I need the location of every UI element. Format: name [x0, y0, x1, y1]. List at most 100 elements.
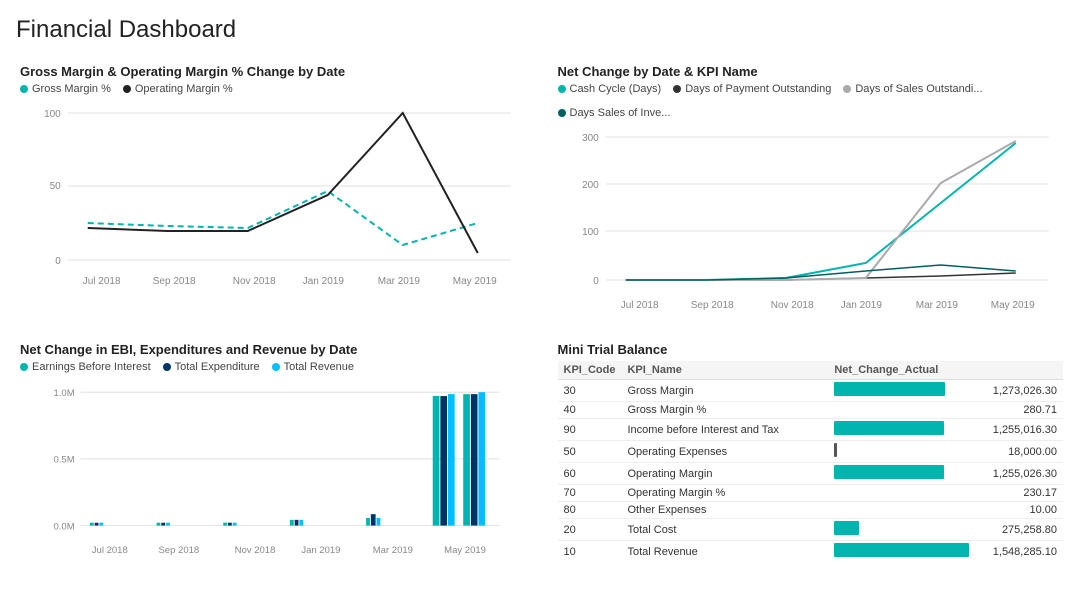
operating-margin-line	[88, 113, 478, 253]
cell-value: 1,273,026.30	[975, 380, 1063, 402]
table-row: 90Income before Interest and Tax 1,255,01…	[558, 419, 1064, 441]
svg-text:Jan 2019: Jan 2019	[840, 300, 882, 311]
days-sales-inv-label: Days Sales of Inve...	[570, 107, 671, 119]
svg-text:May 2019: May 2019	[444, 545, 486, 556]
sales-outstanding-line	[625, 141, 1015, 280]
table-row: 30Gross Margin 1,273,026.30	[558, 380, 1064, 402]
cell-bar	[828, 463, 975, 485]
net-change-kpi-svg: 300 200 100 0 Jul 2018 Sep 2018 Nov 2018…	[558, 123, 1064, 323]
bar-exp-jul	[95, 523, 99, 526]
svg-text:Mar 2019: Mar 2019	[378, 276, 421, 287]
svg-text:Sep 2018: Sep 2018	[158, 545, 199, 556]
legend-cash-cycle: Cash Cycle (Days)	[558, 83, 662, 95]
cell-value: 230.17	[975, 485, 1063, 502]
cell-kpi-name: Gross Margin %	[621, 402, 828, 419]
col-net-change: Net_Change_Actual	[828, 361, 1063, 380]
ebi-svg: 1.0M 0.5M 0.0M Jul 2018 Sep 2018 Nov 201…	[20, 377, 526, 577]
payment-days-dot	[673, 85, 681, 93]
cell-bar	[828, 441, 975, 463]
svg-text:300: 300	[582, 133, 599, 144]
svg-text:Mar 2019: Mar 2019	[915, 300, 958, 311]
gross-margin-title: Gross Margin & Operating Margin % Change…	[20, 64, 526, 79]
cash-cycle-label: Cash Cycle (Days)	[570, 83, 662, 95]
cell-value: 1,255,016.30	[975, 419, 1063, 441]
legend-days-sales-inv: Days Sales of Inve...	[558, 107, 671, 119]
legend-ebi: Earnings Before Interest	[20, 361, 151, 373]
bar-ebi-jul	[90, 523, 94, 526]
ebi-title: Net Change in EBI, Expenditures and Reve…	[20, 342, 526, 357]
days-sales-inv-dot	[558, 109, 566, 117]
expenditure-dot	[163, 363, 171, 371]
svg-text:Nov 2018: Nov 2018	[770, 300, 813, 311]
legend-gross-margin: Gross Margin %	[20, 83, 111, 95]
table-row: 80Other Expenses10.00	[558, 502, 1064, 519]
cell-kpi-name: Total Revenue	[621, 541, 828, 563]
revenue-label: Total Revenue	[284, 361, 354, 373]
cash-cycle-dot	[558, 85, 566, 93]
cell-kpi-name: Total Cost	[621, 519, 828, 541]
cell-bar	[828, 380, 975, 402]
svg-text:200: 200	[582, 180, 599, 191]
cell-kpi-code: 40	[558, 402, 622, 419]
svg-text:Jan 2019: Jan 2019	[303, 276, 345, 287]
svg-text:0: 0	[55, 256, 61, 267]
cell-kpi-code: 10	[558, 541, 622, 563]
cell-kpi-code: 30	[558, 380, 622, 402]
net-change-kpi-title: Net Change by Date & KPI Name	[558, 64, 1064, 79]
col-kpi-name: KPI_Name	[621, 361, 828, 380]
svg-text:Jan 2019: Jan 2019	[301, 545, 340, 556]
cell-kpi-name: Income before Interest and Tax	[621, 419, 828, 441]
sales-outstanding-dot	[843, 85, 851, 93]
cell-bar	[828, 541, 975, 563]
operating-margin-legend-label: Operating Margin %	[135, 83, 233, 95]
svg-text:Jul 2018: Jul 2018	[620, 300, 658, 311]
cell-kpi-code: 90	[558, 419, 622, 441]
cell-value: 275,258.80	[975, 519, 1063, 541]
mini-trial-balance-title: Mini Trial Balance	[558, 342, 1064, 357]
gross-margin-dot	[20, 85, 28, 93]
trial-balance-body: 30Gross Margin1,273,026.3040Gross Margin…	[558, 380, 1064, 563]
legend-operating-margin: Operating Margin %	[123, 83, 233, 95]
gross-margin-legend-label: Gross Margin %	[32, 83, 111, 95]
net-change-kpi-legend: Cash Cycle (Days) Days of Payment Outsta…	[558, 83, 1064, 119]
svg-text:Nov 2018: Nov 2018	[233, 276, 276, 287]
cell-kpi-code: 80	[558, 502, 622, 519]
table-row: 40Gross Margin %280.71	[558, 402, 1064, 419]
svg-text:0.5M: 0.5M	[53, 455, 74, 466]
cell-kpi-name: Gross Margin	[621, 380, 828, 402]
cell-value: 18,000.00	[975, 441, 1063, 463]
svg-text:Jul 2018: Jul 2018	[92, 545, 128, 556]
svg-text:50: 50	[50, 181, 62, 192]
table-row: 70Operating Margin %230.17	[558, 485, 1064, 502]
gross-margin-chart-area: 100 50 0 Jul 2018 Sep 2018 Nov 2018 Jan …	[20, 99, 526, 302]
ebi-panel: Net Change in EBI, Expenditures and Reve…	[16, 338, 530, 584]
sales-outstanding-label: Days of Sales Outstandi...	[855, 83, 982, 95]
bar-fill	[834, 465, 943, 479]
cell-kpi-code: 60	[558, 463, 622, 485]
bar-rev-jul	[99, 523, 103, 526]
table-row: 60Operating Margin1,255,026.30	[558, 463, 1064, 485]
gross-margin-legend: Gross Margin % Operating Margin %	[20, 83, 526, 95]
ebi-legend: Earnings Before Interest Total Expenditu…	[20, 361, 526, 373]
ebi-chart-area: 1.0M 0.5M 0.0M Jul 2018 Sep 2018 Nov 201…	[20, 377, 526, 580]
trial-balance-table: KPI_Code KPI_Name Net_Change_Actual 30Gr…	[558, 361, 1064, 562]
expenditure-label: Total Expenditure	[175, 361, 260, 373]
legend-total-expenditure: Total Expenditure	[163, 361, 260, 373]
cell-bar	[828, 419, 975, 441]
svg-text:100: 100	[582, 227, 599, 238]
cash-cycle-line	[625, 143, 1015, 280]
operating-margin-dot	[123, 85, 131, 93]
payment-days-label: Days of Payment Outstanding	[685, 83, 831, 95]
cell-value: 1,548,285.10	[975, 541, 1063, 563]
svg-text:Sep 2018: Sep 2018	[690, 300, 733, 311]
bar-fill	[834, 521, 858, 535]
svg-text:1.0M: 1.0M	[53, 388, 74, 399]
legend-payment-days: Days of Payment Outstanding	[673, 83, 831, 95]
bar-fill	[834, 543, 969, 557]
svg-text:Nov 2018: Nov 2018	[235, 545, 276, 556]
net-change-kpi-panel: Net Change by Date & KPI Name Cash Cycle…	[554, 60, 1068, 330]
gross-margin-svg: 100 50 0 Jul 2018 Sep 2018 Nov 2018 Jan …	[20, 99, 526, 299]
cell-kpi-name: Operating Expenses	[621, 441, 828, 463]
svg-text:Sep 2018: Sep 2018	[153, 276, 196, 287]
svg-text:0.0M: 0.0M	[53, 521, 74, 532]
